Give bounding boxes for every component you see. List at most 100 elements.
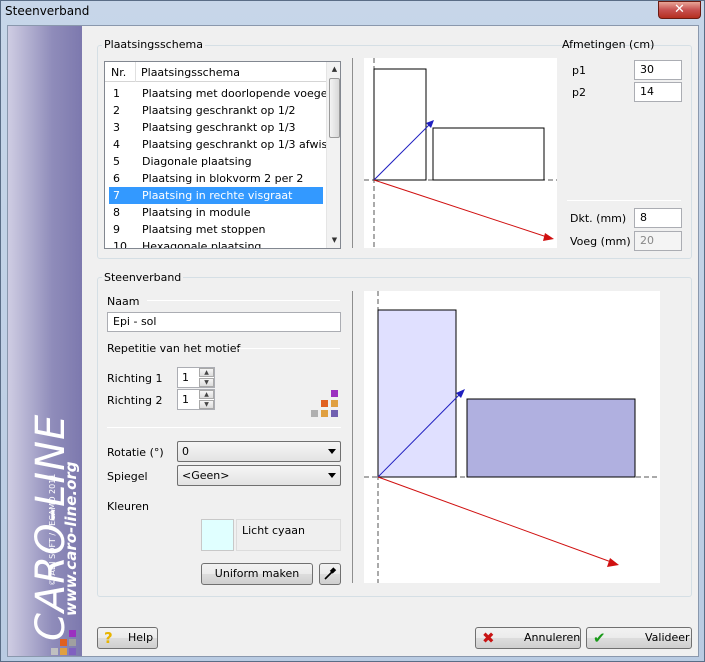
voeg-label: Voeg (mm) xyxy=(570,235,631,248)
richting2-stepper[interactable]: 1 ▲ ▼ xyxy=(177,389,215,410)
spin-down-icon[interactable]: ▼ xyxy=(199,378,214,387)
row-nr: 3 xyxy=(113,121,120,134)
list-item[interactable]: 6 Plaatsing in blokvorm 2 per 2 xyxy=(109,170,323,187)
row-nr: 1 xyxy=(113,87,120,100)
column-header-schema[interactable]: Plaatsingsschema xyxy=(141,66,240,79)
window-title: Steenverband xyxy=(5,4,90,18)
row-nr: 5 xyxy=(113,155,120,168)
brand-url: www.caro-line.org xyxy=(62,461,80,616)
close-icon: ✕ xyxy=(674,2,685,17)
list-item-selected[interactable]: 7 Plaatsing in rechte visgraat xyxy=(109,187,323,204)
naam-label: Naam xyxy=(107,295,140,308)
pattern-squares-icon xyxy=(311,390,338,417)
naam-input[interactable]: Epi - sol xyxy=(107,312,341,332)
row-name: Plaatsing geschrankt op 1/2 xyxy=(142,104,296,117)
list-item[interactable]: 9 Plaatsing met stoppen xyxy=(109,221,323,238)
row-nr: 7 xyxy=(113,189,120,202)
steenverband-title: Steenverband xyxy=(102,271,184,284)
close-button[interactable]: ✕ xyxy=(658,1,701,19)
scroll-up-icon[interactable]: ▲ xyxy=(327,62,340,77)
spin-down-icon[interactable]: ▼ xyxy=(199,400,214,409)
eyedropper-icon xyxy=(324,567,337,580)
spiegel-select[interactable]: <Geen> xyxy=(177,465,341,486)
row-name: Hexagonale plaatsing xyxy=(142,240,262,249)
brand-copyright: © ADI SOFT / FECAMO 2011 xyxy=(48,473,57,586)
p2-input[interactable]: 14 xyxy=(634,82,682,102)
naam-separator xyxy=(147,300,340,301)
color-swatch[interactable] xyxy=(201,519,234,551)
list-item[interactable]: 5 Diagonale plaatsing xyxy=(109,153,323,170)
row-nr: 8 xyxy=(113,206,120,219)
rotatie-separator xyxy=(107,427,341,428)
row-name: Plaatsing geschrankt op 1/3 afwis… xyxy=(142,138,339,151)
row-name: Diagonale plaatsing xyxy=(142,155,252,168)
row-nr: 4 xyxy=(113,138,120,151)
row-nr: 6 xyxy=(113,172,120,185)
spiegel-value: <Geen> xyxy=(182,469,230,482)
richting2-label: Richting 2 xyxy=(107,394,163,407)
richting2-spin-buttons: ▲ ▼ xyxy=(199,390,214,409)
row-name: Plaatsing met doorlopende voegen xyxy=(142,87,335,100)
brand-sidebar: CARO-LINE www.caro-line.org © ADI SOFT /… xyxy=(8,26,82,656)
plaatsingsschema-title: Plaatsingsschema xyxy=(102,38,205,51)
list-item[interactable]: 2 Plaatsing geschrankt op 1/2 xyxy=(109,102,323,119)
spin-up-icon[interactable]: ▲ xyxy=(199,390,214,399)
color-name-box: Licht cyaan xyxy=(236,519,341,551)
dialog-window: Steenverband ✕ CARO-LINE www.caro-line.o… xyxy=(0,0,705,662)
steenverband-preview-drawing xyxy=(352,291,660,583)
row-nr: 2 xyxy=(113,104,120,117)
confirm-button[interactable]: ✔ Valideer xyxy=(586,627,692,649)
row-name: Plaatsing met stoppen xyxy=(142,223,266,236)
schema-preview-drawing xyxy=(352,58,557,248)
steenverband-preview xyxy=(352,291,660,583)
list-scrollbar[interactable]: ▲ ▼ xyxy=(326,62,340,248)
cancel-label: Annuleren xyxy=(524,631,581,644)
row-nr: 9 xyxy=(113,223,120,236)
chevron-down-icon xyxy=(328,449,336,454)
row-nr: 10 xyxy=(113,240,127,249)
list-item[interactable]: 10 Hexagonale plaatsing xyxy=(109,238,323,249)
column-divider xyxy=(135,62,136,82)
rotatie-select[interactable]: 0 xyxy=(177,441,341,462)
repetitie-label: Repetitie van het motief xyxy=(107,342,241,355)
row-name: Plaatsing in blokvorm 2 per 2 xyxy=(142,172,304,185)
row-name: Plaatsing in module xyxy=(142,206,251,219)
dkt-label: Dkt. (mm) xyxy=(570,212,627,225)
confirm-label: Valideer xyxy=(645,631,690,644)
afmetingen-separator xyxy=(567,200,681,201)
chevron-down-icon xyxy=(328,473,336,478)
uniform-button[interactable]: Uniform maken xyxy=(201,563,313,585)
color-name: Licht cyaan xyxy=(242,524,306,537)
list-item[interactable]: 8 Plaatsing in module xyxy=(109,204,323,221)
dkt-input[interactable]: 8 xyxy=(634,208,682,228)
voeg-input: 20 xyxy=(634,231,682,251)
p1-input[interactable]: 30 xyxy=(634,60,682,80)
row-name: Plaatsing in rechte visgraat xyxy=(142,189,293,202)
spin-up-icon[interactable]: ▲ xyxy=(199,368,214,377)
list-item[interactable]: 3 Plaatsing geschrankt op 1/3 xyxy=(109,119,323,136)
help-button[interactable]: ? Help xyxy=(97,627,158,649)
rotatie-value: 0 xyxy=(182,445,189,458)
richting1-spin-buttons: ▲ ▼ xyxy=(199,368,214,387)
list-item[interactable]: 1 Plaatsing met doorlopende voegen xyxy=(109,85,334,102)
p1-label: p1 xyxy=(572,64,586,77)
rotatie-label: Rotatie (°) xyxy=(107,446,164,459)
p2-label: p2 xyxy=(572,86,586,99)
richting1-stepper[interactable]: 1 ▲ ▼ xyxy=(177,367,215,388)
schema-list[interactable]: Nr. Plaatsingsschema 1 Plaatsing met door… xyxy=(104,61,341,249)
spiegel-label: Spiegel xyxy=(107,470,148,483)
check-icon: ✔ xyxy=(593,629,606,647)
help-label: Help xyxy=(128,631,154,644)
scroll-thumb[interactable] xyxy=(329,78,340,138)
scroll-down-icon[interactable]: ▼ xyxy=(327,233,340,248)
cancel-button[interactable]: ✖ Annuleren xyxy=(475,627,581,649)
list-header: Nr. Plaatsingsschema xyxy=(105,62,326,82)
list-item[interactable]: 4 Plaatsing geschrankt op 1/3 afwis… xyxy=(109,136,338,153)
row-name: Plaatsing geschrankt op 1/3 xyxy=(142,121,296,134)
cancel-icon: ✖ xyxy=(482,629,495,647)
richting2-value: 1 xyxy=(182,393,189,406)
column-header-nr[interactable]: Nr. xyxy=(111,66,126,79)
help-icon: ? xyxy=(104,629,113,647)
kleuren-label: Kleuren xyxy=(107,500,150,513)
eyedropper-button[interactable] xyxy=(319,563,341,585)
